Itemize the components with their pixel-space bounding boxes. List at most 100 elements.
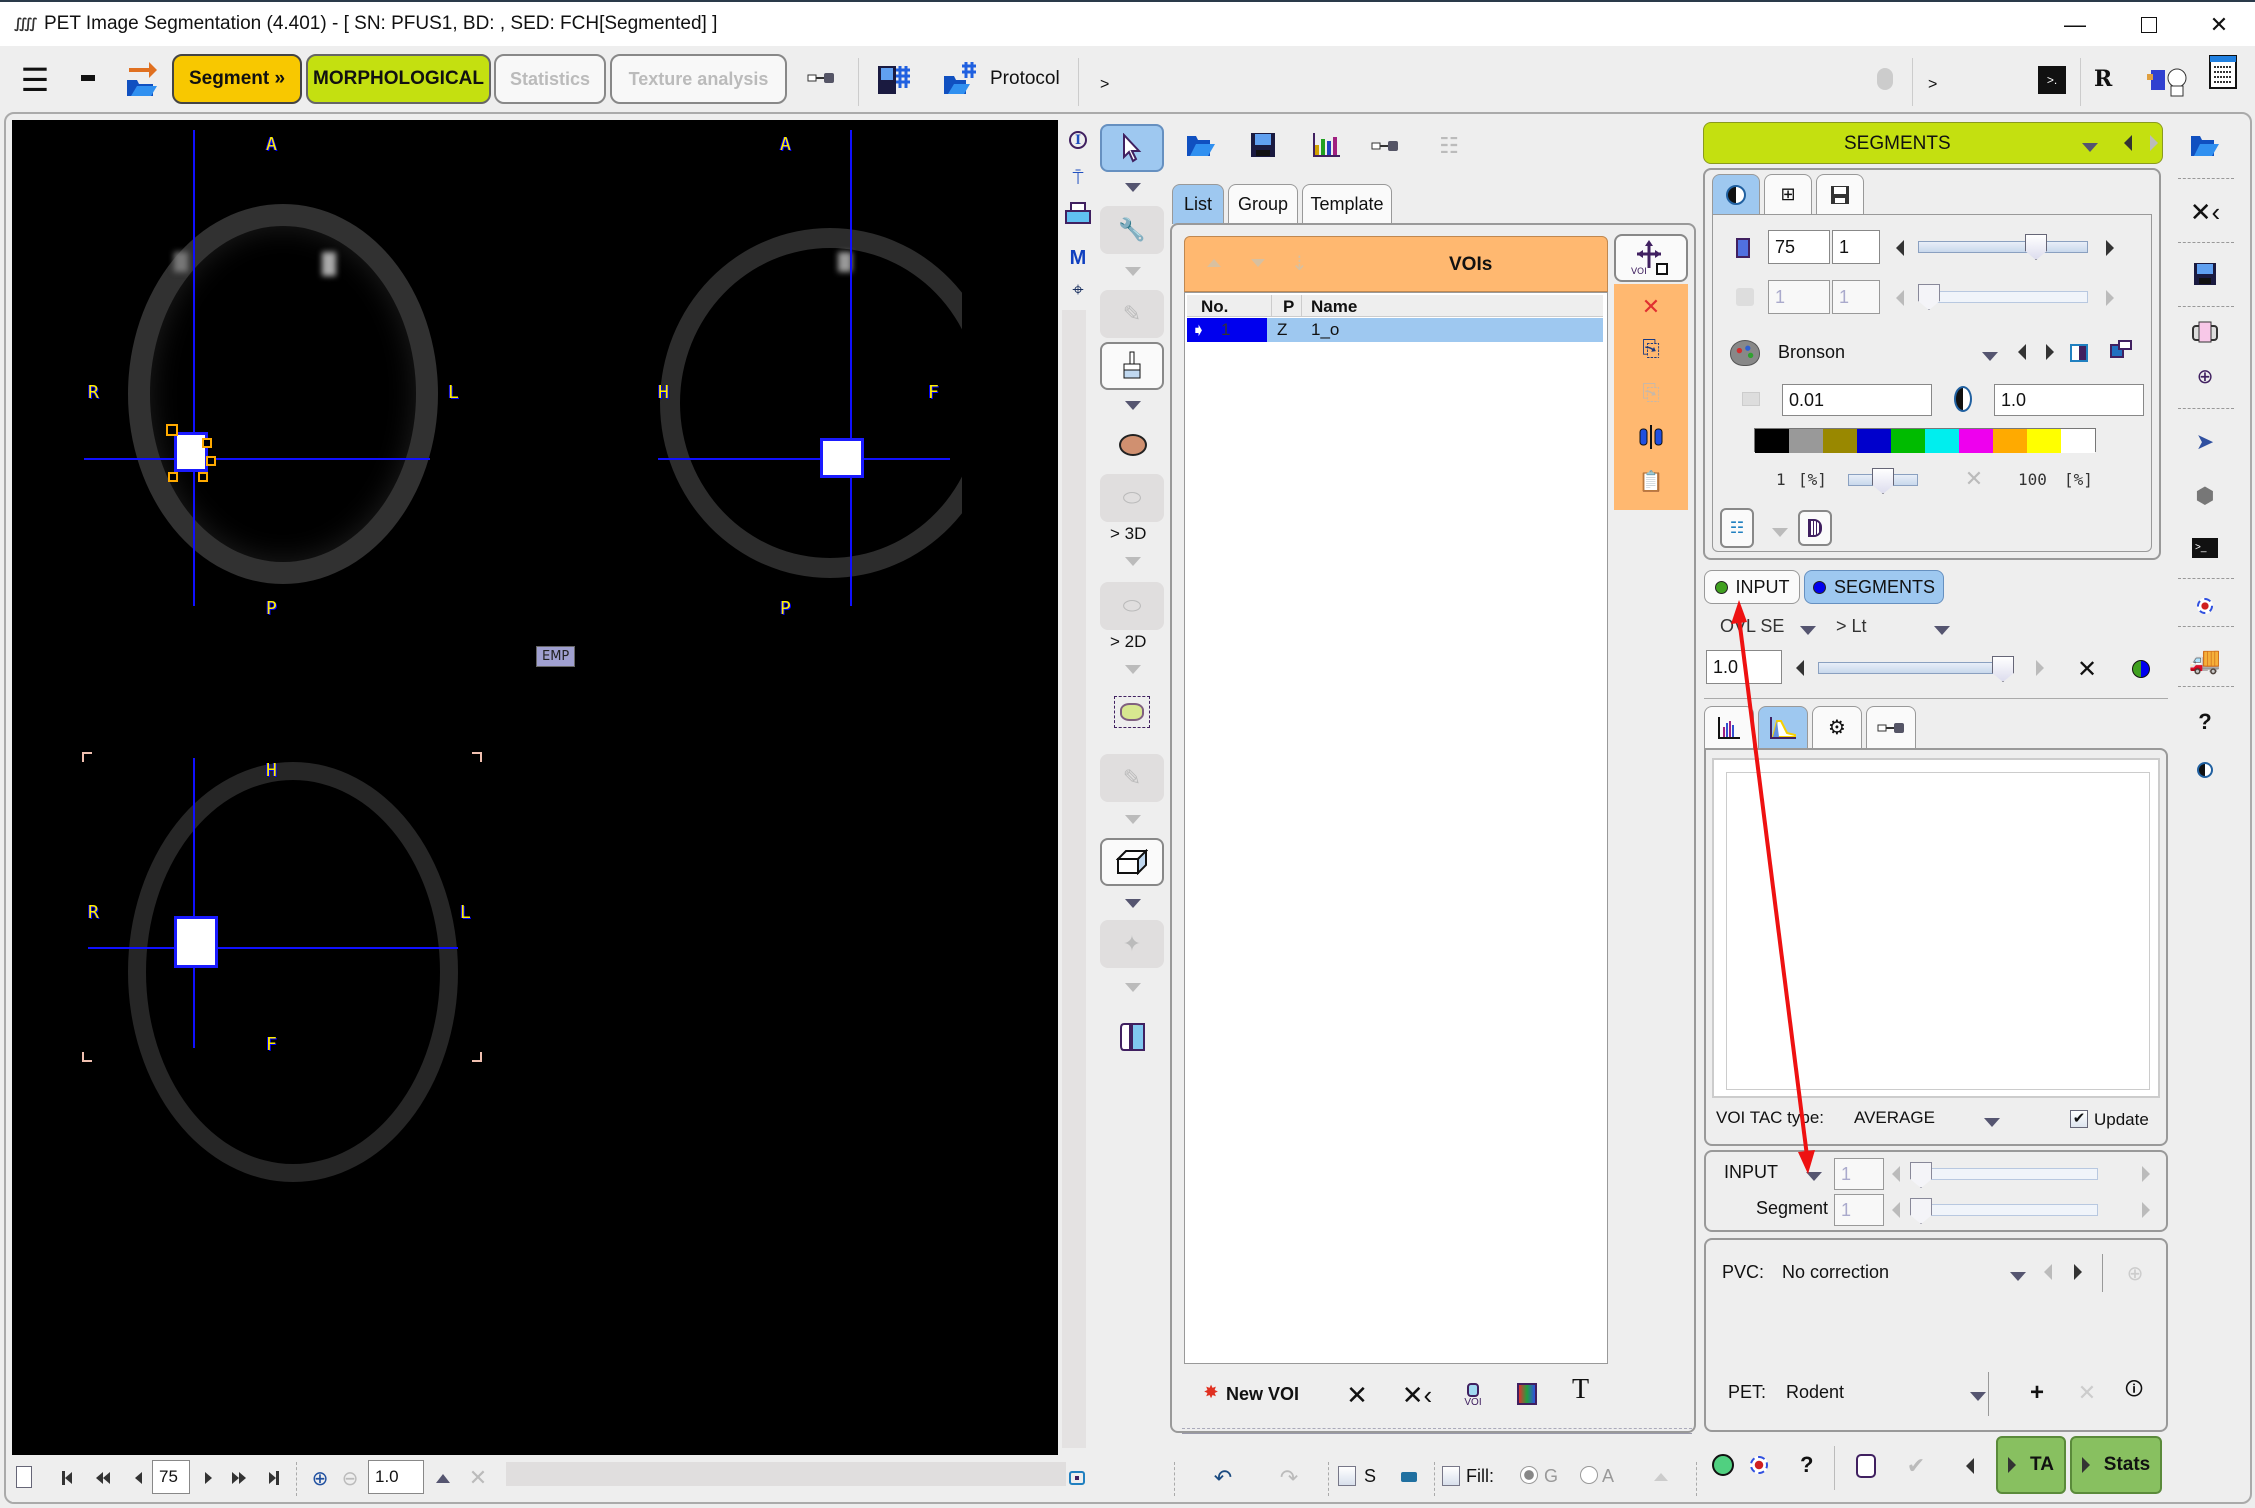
box-tool-dropdown[interactable]	[1124, 896, 1142, 910]
pet-value[interactable]: Rodent	[1786, 1382, 1844, 1403]
tools-user-icon[interactable]	[2146, 60, 2188, 100]
contour-handle[interactable]	[198, 472, 208, 482]
input-frame-next-icon[interactable]	[2142, 1166, 2150, 1187]
radio-g[interactable]	[1520, 1466, 1538, 1484]
texture-analysis-button[interactable]: Texture analysis	[610, 54, 787, 104]
tab-group[interactable]: Group	[1228, 184, 1298, 224]
first-slice-icon[interactable]	[58, 1468, 76, 1488]
input-frame-input[interactable]: 1	[1834, 1158, 1884, 1190]
delete-voi-icon[interactable]: ✕	[1636, 292, 1666, 322]
settings-plug-icon[interactable]	[806, 66, 836, 90]
tab-plugin[interactable]	[1866, 706, 1916, 748]
zoom-image-icon[interactable]: ⊕	[2185, 358, 2225, 394]
voi-tac-type-dropdown[interactable]	[1984, 1114, 2000, 1132]
colormap-prev-icon[interactable]	[2018, 344, 2026, 365]
fusion-tool-icon[interactable]: ➤	[2185, 424, 2225, 460]
radio-a[interactable]	[1580, 1466, 1598, 1484]
col-no[interactable]: No.	[1201, 297, 1228, 317]
confirm-icon[interactable]: ✔	[1904, 1453, 1928, 1478]
segment-frame-next-icon[interactable]	[2142, 1202, 2150, 1223]
zoom-out-icon[interactable]: ⊖	[338, 1466, 362, 1490]
select-tool-dropdown[interactable]	[1124, 180, 1142, 194]
slice-next-icon[interactable]	[2106, 240, 2114, 261]
invert-colormap-icon[interactable]	[2070, 344, 2088, 362]
morphological-button[interactable]: MORPHOLOGICAL	[306, 54, 491, 104]
fast-forward-icon[interactable]	[228, 1468, 250, 1488]
slice-scrollbar[interactable]	[506, 1462, 1066, 1486]
layout-options-dropdown[interactable]	[1772, 524, 1788, 542]
segment-frame-slider-track[interactable]	[1920, 1204, 2098, 1216]
tab-save[interactable]	[1816, 174, 1864, 214]
voi-properties-icon[interactable]: VOI	[1458, 1376, 1488, 1414]
crosshair-horizontal[interactable]	[84, 458, 430, 460]
contour-handle[interactable]	[168, 472, 178, 482]
crosshair-vertical[interactable]	[193, 758, 195, 1048]
tab-layout[interactable]: ⊞	[1764, 174, 1812, 214]
slice-step-input[interactable]: 1	[1832, 230, 1880, 264]
segment-options-icon[interactable]	[1712, 1454, 1734, 1476]
close-button[interactable]: ✕	[2194, 8, 2244, 42]
pet-info-icon[interactable]: 🛈	[2124, 1378, 2144, 1406]
stats-button[interactable]: Stats	[2070, 1436, 2162, 1494]
mirror-voi-icon[interactable]	[1636, 422, 1666, 452]
move-up-icon[interactable]	[1207, 259, 1221, 267]
marker-icon[interactable]: M	[1066, 246, 1090, 270]
iso-contour-tool-icon[interactable]	[1114, 696, 1150, 728]
slice-slider-track[interactable]	[1918, 241, 2088, 253]
contour-handle[interactable]	[166, 424, 178, 436]
min-value-input[interactable]: 0.01	[1782, 384, 1932, 416]
ellipse-voi-icon[interactable]	[1116, 430, 1150, 460]
tab-tac[interactable]	[1758, 706, 1808, 748]
move-voi-button[interactable]: VOI	[1614, 234, 1688, 282]
remove-pet-icon[interactable]: ✕	[2074, 1380, 2100, 1406]
voi-text-icon[interactable]: T	[1572, 1374, 1589, 1406]
tab-histogram[interactable]	[1704, 706, 1754, 748]
fast-back-icon[interactable]	[92, 1468, 114, 1488]
previous-step-icon[interactable]	[1966, 1458, 1974, 1479]
frame-prev-icon[interactable]	[1896, 290, 1904, 311]
copy-voi-icon[interactable]: ⎘	[1636, 334, 1666, 364]
sagittal-view[interactable]: A P H F	[642, 128, 962, 628]
protocol-label[interactable]: Protocol	[990, 68, 1060, 90]
crosshair-vertical[interactable]	[850, 130, 852, 606]
tac-chart-area[interactable]	[1712, 758, 2160, 1098]
load-arrow-folder-icon[interactable]	[122, 58, 160, 98]
segment-frame-slider[interactable]	[1910, 1198, 2098, 1224]
display-mode-icon[interactable]	[2185, 752, 2225, 788]
voi-tac-type-value[interactable]: AVERAGE	[1854, 1108, 1935, 1128]
voi-shape-icon[interactable]	[1856, 1454, 1876, 1478]
crosshair-horizontal[interactable]	[658, 458, 950, 460]
maximize-button[interactable]	[2124, 8, 2174, 42]
tab-list[interactable]: List	[1172, 184, 1224, 224]
ta-button[interactable]: TA	[1996, 1436, 2066, 1494]
target-icon[interactable]	[2185, 588, 2225, 624]
auto-scale-icon[interactable]	[1954, 386, 1972, 412]
percent-slider[interactable]	[1848, 468, 1918, 494]
segment-blob[interactable]	[820, 438, 864, 478]
reset-zoom-icon[interactable]: ✕	[468, 1465, 488, 1490]
overlay-mode-dropdown[interactable]	[1800, 622, 1816, 640]
image-viewer[interactable]: A P R L A P H F EMP H F R L	[12, 120, 1058, 1455]
segment-blob[interactable]	[174, 916, 218, 968]
segments-header[interactable]: SEGMENTS	[1703, 122, 2163, 164]
segments-next-icon[interactable]	[2150, 135, 2158, 156]
redo-icon[interactable]: ↷	[1274, 1464, 1304, 1492]
paste-voi-icon[interactable]: ⎘	[1636, 378, 1666, 408]
frame-next-icon[interactable]	[2106, 290, 2114, 311]
statistics-button[interactable]: Statistics	[494, 54, 606, 104]
zoom-up-icon[interactable]	[434, 1468, 452, 1488]
col-p[interactable]: P	[1283, 297, 1294, 317]
contour-handle[interactable]	[202, 438, 212, 448]
minimize-button[interactable]: —	[2050, 8, 2100, 42]
voi-statistics-icon[interactable]	[1310, 128, 1344, 162]
slice-slider[interactable]	[1918, 234, 2088, 260]
colormap-name[interactable]: Bronson	[1778, 342, 1845, 363]
undo-icon[interactable]: ↶	[1208, 1464, 1238, 1492]
tab-segments[interactable]: SEGMENTS	[1804, 570, 1944, 604]
edit-tool-dropdown[interactable]	[1124, 812, 1142, 826]
brush-tool-button[interactable]	[1100, 342, 1164, 390]
remove-voi-icon[interactable]: ✕	[1342, 1380, 1372, 1410]
opacity-prev-icon[interactable]	[1796, 660, 1804, 681]
sort-icon[interactable]: ⇣	[1291, 251, 1308, 276]
update-checkbox[interactable]: ✔	[2070, 1110, 2088, 1128]
